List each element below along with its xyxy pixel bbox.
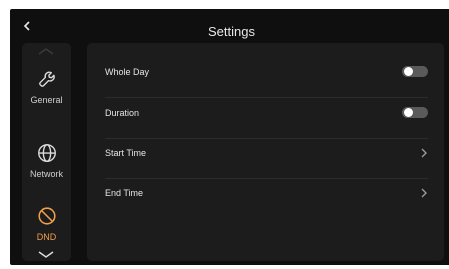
toggle-knob [404,67,413,76]
sidebar-item-label: Network [29,169,63,179]
sidebar-item-label: DND [36,232,57,242]
end-time-row[interactable]: End Time [105,172,428,213]
chevron-right-icon [421,148,427,157]
sidebar-item-dnd[interactable]: DND [22,205,71,242]
settings-screen: Settings General Network DND Whole Day D… [10,9,449,265]
wrench-icon [38,71,55,87]
settings-panel: Whole Day Duration Start Time End Time [87,43,444,261]
start-time-row[interactable]: Start Time [105,132,428,173]
globe-icon [37,144,56,162]
sidebar-item-network[interactable]: Network [22,142,71,179]
setting-label: Whole Day [105,66,150,77]
chevron-up-icon[interactable] [36,46,56,56]
whole-day-toggle[interactable] [402,66,428,77]
page-title: Settings [208,24,255,39]
sidebar: General Network DND [22,43,71,261]
setting-label: Duration [105,107,140,118]
chevron-right-icon [421,188,427,197]
whole-day-row: Whole Day [105,51,428,92]
duration-row: Duration [105,92,428,133]
duration-toggle[interactable] [402,107,428,118]
sidebar-item-label: General [30,95,63,105]
do-not-disturb-icon [37,207,56,225]
chevron-down-icon[interactable] [36,250,56,260]
setting-label: Start Time [105,147,147,158]
toggle-knob [404,108,413,117]
sidebar-item-general[interactable]: General [22,68,71,105]
setting-label: End Time [105,187,144,198]
